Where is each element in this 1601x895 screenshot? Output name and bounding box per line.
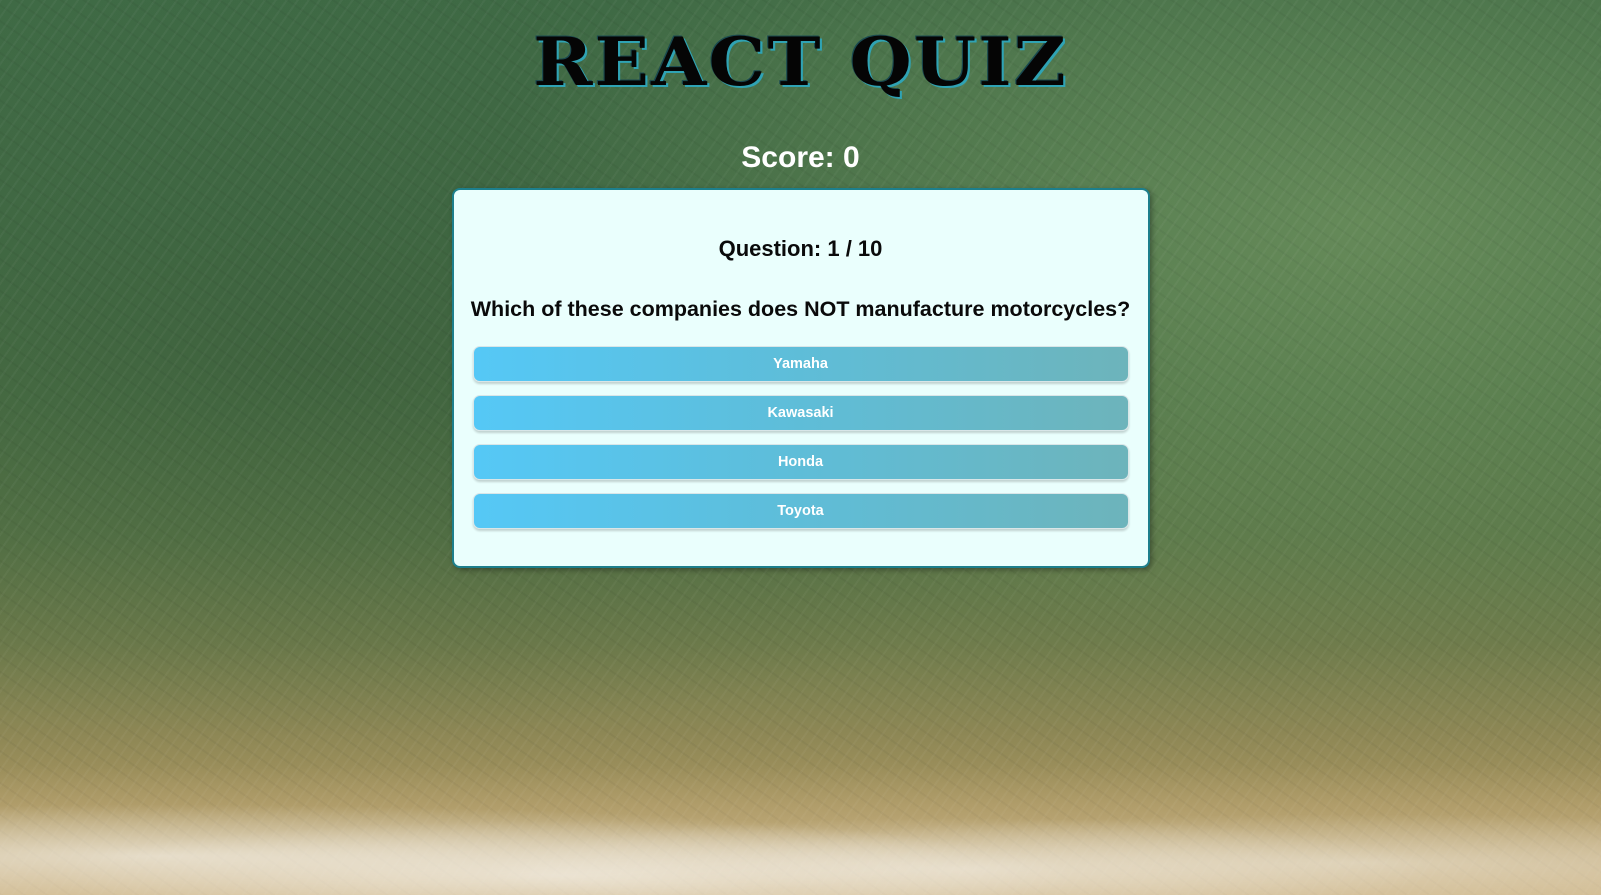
score-display: Score: 0 [741,141,860,174]
question-counter: Question: 1 / 10 [718,236,883,261]
app-title: REACT QUIZ [533,23,1068,101]
question-card: Question: 1 / 10 Which of these companie… [451,188,1150,568]
quiz-app: REACT QUIZ Score: 0 Question: 1 / 10 Whi… [0,0,1601,895]
answer-list: Yamaha Kawasaki Honda Toyota [472,346,1129,529]
question-text: Which of these companies does NOT manufa… [470,297,1131,321]
answer-button-kawasaki[interactable]: Kawasaki [472,395,1129,431]
answer-button-yamaha[interactable]: Yamaha [472,346,1129,382]
answer-button-toyota[interactable]: Toyota [472,493,1129,529]
answer-button-honda[interactable]: Honda [472,444,1129,480]
